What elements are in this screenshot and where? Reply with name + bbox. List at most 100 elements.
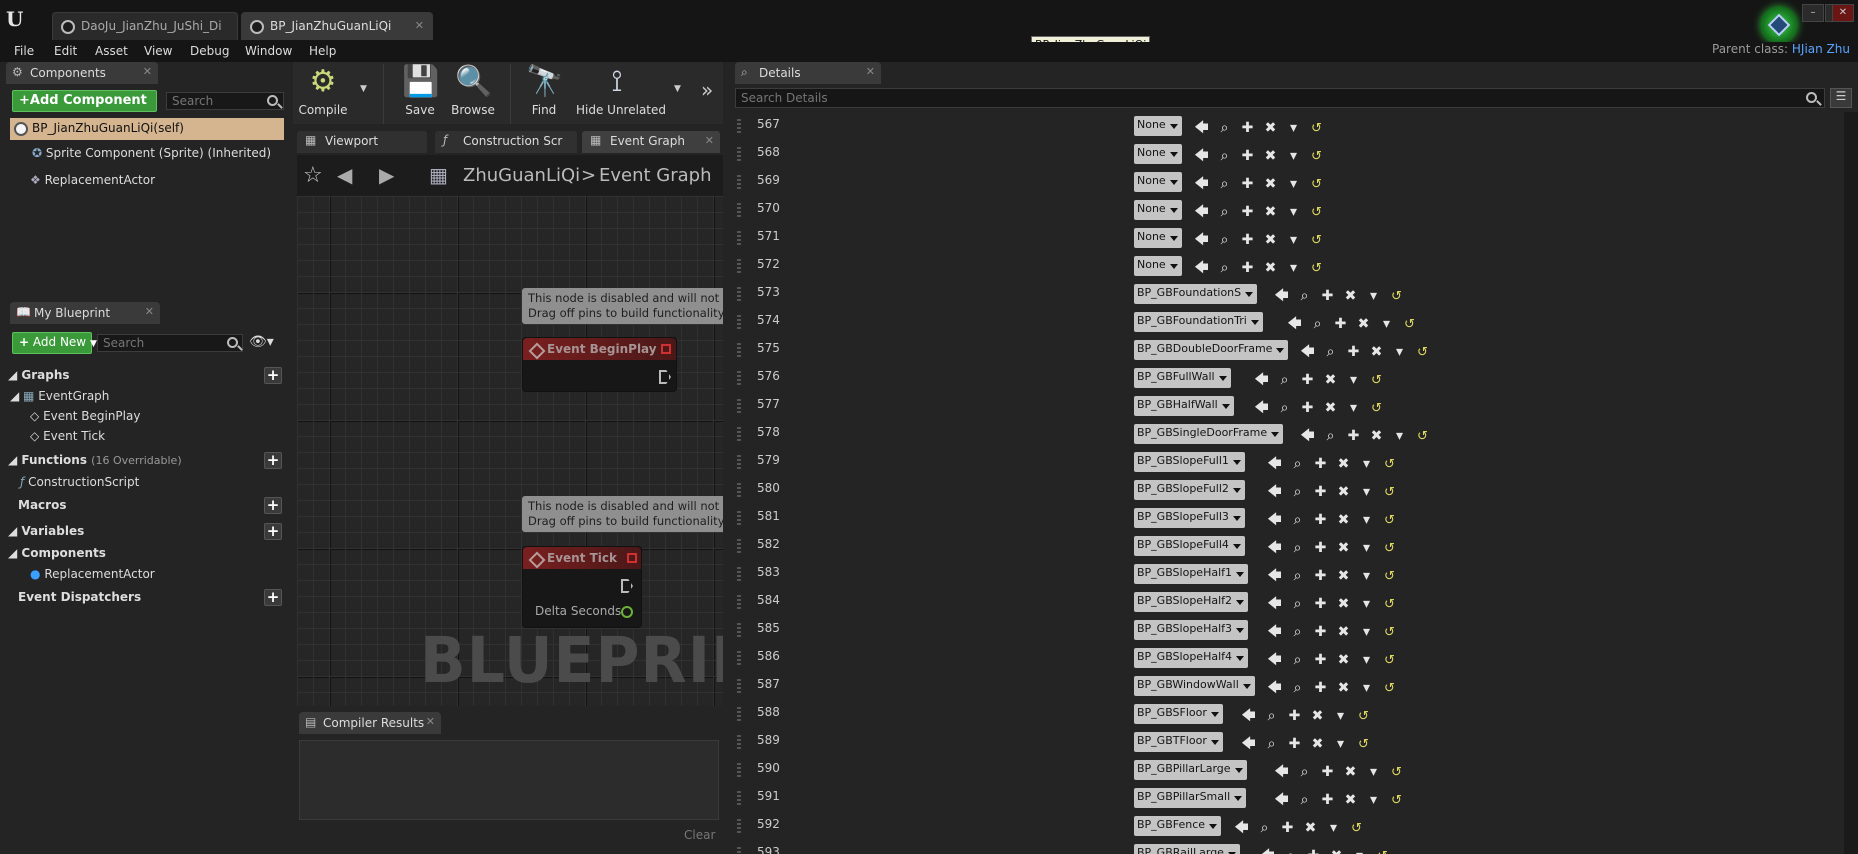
node-event-tick[interactable]: Event Tick Delta Seconds bbox=[522, 546, 642, 628]
view-options-icon[interactable]: ☰ bbox=[1830, 88, 1852, 108]
asset-picker-combo[interactable]: BP_GBPillarSmall bbox=[1134, 788, 1247, 808]
delete-x-icon[interactable]: ✖ bbox=[1332, 512, 1355, 528]
use-selected-arrow-icon[interactable]: 🡄 bbox=[1263, 621, 1286, 645]
use-selected-arrow-icon[interactable]: 🡄 bbox=[1270, 789, 1293, 813]
reset-to-default-icon[interactable]: ↺ bbox=[1378, 625, 1401, 640]
reset-to-default-icon[interactable]: ↺ bbox=[1385, 765, 1408, 780]
compiler-results-tab[interactable]: ▤ Compiler Results ✕ bbox=[299, 712, 441, 734]
element-options-chevron-icon[interactable]: ▾ bbox=[1355, 568, 1378, 584]
delete-x-icon[interactable]: ✖ bbox=[1299, 820, 1322, 836]
insert-plus-icon[interactable]: ✚ bbox=[1329, 316, 1352, 332]
browse-magnifier-icon[interactable]: ⌕ bbox=[1213, 176, 1236, 192]
delete-x-icon[interactable]: ✖ bbox=[1339, 792, 1362, 808]
drag-handle-icon[interactable] bbox=[737, 763, 741, 777]
hide-unrelated-button[interactable]: ⟟ Hide Unrelated bbox=[576, 64, 666, 124]
drag-handle-icon[interactable] bbox=[737, 147, 741, 161]
delete-x-icon[interactable]: ✖ bbox=[1339, 288, 1362, 304]
browse-button[interactable]: 🔍 Browse bbox=[448, 64, 498, 124]
element-options-chevron-icon[interactable]: ▾ bbox=[1282, 260, 1305, 276]
asset-picker-combo[interactable]: BP_GBPillarLarge bbox=[1134, 760, 1247, 780]
browse-magnifier-icon[interactable]: ⌕ bbox=[1213, 232, 1236, 248]
browse-magnifier-icon[interactable]: ⌕ bbox=[1293, 764, 1316, 780]
drag-handle-icon[interactable] bbox=[737, 259, 741, 273]
drag-handle-icon[interactable] bbox=[737, 315, 741, 329]
close-window-button[interactable]: ✕ bbox=[1832, 4, 1854, 22]
drag-handle-icon[interactable] bbox=[737, 707, 741, 721]
element-options-chevron-icon[interactable]: ▾ bbox=[1282, 204, 1305, 220]
menu-view[interactable]: View bbox=[144, 44, 172, 58]
close-tab-icon[interactable]: ✕ bbox=[143, 65, 152, 78]
parent-class-link[interactable]: HJian Zhu bbox=[1792, 42, 1850, 56]
document-tab-jianzhuguanliqi[interactable]: BP_JianZhuGuanLiQi ✕ bbox=[241, 12, 433, 40]
browse-magnifier-icon[interactable]: ⌕ bbox=[1286, 624, 1309, 640]
insert-plus-icon[interactable]: ✚ bbox=[1236, 260, 1259, 276]
reset-to-default-icon[interactable]: ↺ bbox=[1305, 149, 1328, 164]
element-options-chevron-icon[interactable]: ▾ bbox=[1355, 484, 1378, 500]
drag-handle-icon[interactable] bbox=[737, 427, 741, 441]
delete-x-icon[interactable]: ✖ bbox=[1339, 764, 1362, 780]
asset-picker-combo[interactable]: BP_GBSlopeFull3 bbox=[1134, 508, 1245, 528]
functions-category[interactable]: ◢ Functions (16 Overridable) bbox=[8, 453, 288, 473]
add-new-button[interactable]: + Add New ▼ bbox=[12, 332, 97, 354]
delete-x-icon[interactable]: ✖ bbox=[1306, 708, 1329, 724]
browse-magnifier-icon[interactable]: ⌕ bbox=[1273, 400, 1296, 416]
element-options-chevron-icon[interactable]: ▾ bbox=[1342, 372, 1365, 388]
insert-plus-icon[interactable]: ✚ bbox=[1316, 288, 1339, 304]
browse-magnifier-icon[interactable]: ⌕ bbox=[1286, 540, 1309, 556]
element-options-chevron-icon[interactable]: ▾ bbox=[1362, 764, 1385, 780]
element-options-chevron-icon[interactable]: ▾ bbox=[1388, 428, 1411, 444]
reset-to-default-icon[interactable]: ↺ bbox=[1411, 345, 1434, 360]
browse-magnifier-icon[interactable]: ⌕ bbox=[1306, 316, 1329, 332]
delete-x-icon[interactable]: ✖ bbox=[1259, 176, 1282, 192]
variable-item-replacement-actor[interactable]: ● ReplacementActor bbox=[30, 567, 155, 581]
breadcrumb-asset[interactable]: ZhuGuanLiQi bbox=[463, 165, 580, 186]
component-item-replacement-actor[interactable]: ❖ ReplacementActor bbox=[30, 173, 155, 187]
reset-to-default-icon[interactable]: ↺ bbox=[1305, 121, 1328, 136]
reset-to-default-icon[interactable]: ↺ bbox=[1378, 653, 1401, 668]
find-button[interactable]: 🔭 Find bbox=[522, 64, 566, 124]
drag-handle-icon[interactable] bbox=[737, 399, 741, 413]
favorite-star-icon[interactable]: ☆ bbox=[303, 163, 323, 188]
element-options-chevron-icon[interactable]: ▾ bbox=[1355, 596, 1378, 612]
reset-to-default-icon[interactable]: ↺ bbox=[1365, 401, 1388, 416]
drag-handle-icon[interactable] bbox=[737, 791, 741, 805]
reset-to-default-icon[interactable]: ↺ bbox=[1398, 317, 1421, 332]
event-graph-canvas[interactable]: This node is disabled and will not b Dra… bbox=[297, 196, 723, 706]
element-options-chevron-icon[interactable]: ▾ bbox=[1355, 512, 1378, 528]
delete-x-icon[interactable]: ✖ bbox=[1332, 624, 1355, 640]
insert-plus-icon[interactable]: ✚ bbox=[1316, 792, 1339, 808]
macros-category[interactable]: Macros bbox=[18, 498, 298, 518]
reset-to-default-icon[interactable]: ↺ bbox=[1378, 681, 1401, 696]
use-selected-arrow-icon[interactable]: 🡄 bbox=[1190, 257, 1213, 281]
exec-out-pin-icon[interactable] bbox=[659, 370, 671, 384]
reset-to-default-icon[interactable]: ↺ bbox=[1378, 541, 1401, 556]
reset-to-default-icon[interactable]: ↺ bbox=[1378, 457, 1401, 472]
asset-picker-combo[interactable]: None bbox=[1134, 116, 1182, 136]
drag-handle-icon[interactable] bbox=[737, 455, 741, 469]
asset-picker-combo[interactable]: BP_GBFoundationTri bbox=[1134, 312, 1263, 332]
delete-x-icon[interactable]: ✖ bbox=[1259, 148, 1282, 164]
menu-edit[interactable]: Edit bbox=[54, 44, 77, 58]
browse-magnifier-icon[interactable]: ⌕ bbox=[1286, 596, 1309, 612]
browse-magnifier-icon[interactable]: ⌕ bbox=[1213, 260, 1236, 276]
delete-x-icon[interactable]: ✖ bbox=[1259, 204, 1282, 220]
drag-handle-icon[interactable] bbox=[737, 203, 741, 217]
insert-plus-icon[interactable]: ✚ bbox=[1296, 372, 1319, 388]
compile-options-chevron-icon[interactable]: ▼ bbox=[360, 84, 367, 94]
close-tab-icon[interactable]: ✕ bbox=[145, 305, 154, 318]
use-selected-arrow-icon[interactable]: 🡄 bbox=[1263, 649, 1286, 673]
use-selected-arrow-icon[interactable]: 🡄 bbox=[1190, 117, 1213, 141]
minimize-button[interactable]: – bbox=[1802, 4, 1824, 22]
element-options-chevron-icon[interactable]: ▾ bbox=[1355, 540, 1378, 556]
asset-picker-combo[interactable]: BP_GBFence bbox=[1134, 816, 1222, 836]
element-options-chevron-icon[interactable]: ▾ bbox=[1355, 456, 1378, 472]
delete-x-icon[interactable]: ✖ bbox=[1325, 848, 1348, 854]
menu-file[interactable]: File bbox=[14, 44, 34, 58]
drag-handle-icon[interactable] bbox=[737, 175, 741, 189]
asset-picker-combo[interactable]: BP_GBSlopeFull2 bbox=[1134, 480, 1245, 500]
insert-plus-icon[interactable]: ✚ bbox=[1302, 848, 1325, 854]
use-selected-arrow-icon[interactable]: 🡄 bbox=[1263, 593, 1286, 617]
insert-plus-icon[interactable]: ✚ bbox=[1236, 176, 1259, 192]
delete-x-icon[interactable]: ✖ bbox=[1365, 428, 1388, 444]
element-options-chevron-icon[interactable]: ▾ bbox=[1282, 120, 1305, 136]
